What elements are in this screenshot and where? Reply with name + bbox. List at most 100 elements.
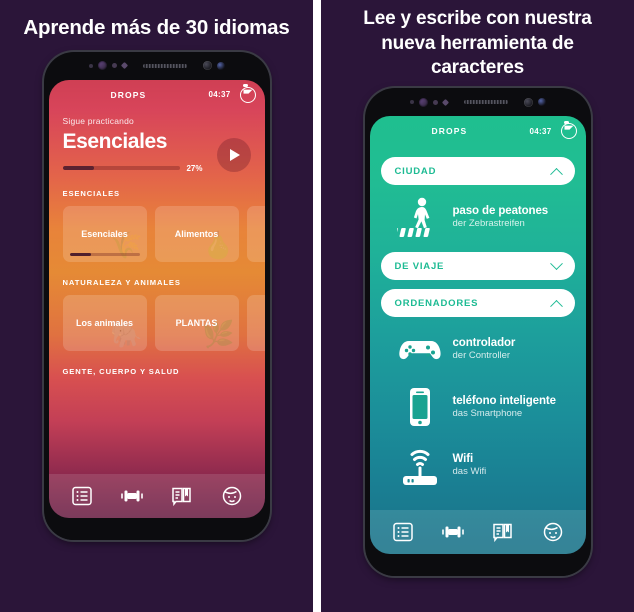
continue-lesson-block[interactable]: Sigue practicando Esenciales 27% xyxy=(49,110,265,173)
secondary-sensor-icon xyxy=(523,97,533,107)
word-primary: teléfono inteligente xyxy=(452,395,557,408)
category-section-essentials: ESENCIALES 🌾 Esenciales 🍐 Alimentos xyxy=(49,189,265,262)
screenshot-stage: Aprende más de 30 idiomas DROPS 04:37 Si… xyxy=(0,0,634,612)
phone-top-bezel xyxy=(44,52,270,80)
word-translation: der Controller xyxy=(452,350,511,362)
category-section-people: GENTE, CUERPO Y SALUD xyxy=(49,367,265,376)
word-list-item[interactable]: teléfono inteligente das Smartphone xyxy=(381,375,575,433)
app-brand-label: DROPS xyxy=(431,126,468,137)
front-camera-lens-icon xyxy=(97,61,107,71)
accordion-header-de-viaje[interactable]: DE VIAJE xyxy=(380,252,575,281)
pedestrian-crossing-icon xyxy=(396,195,443,239)
word-translation: das Smartphone xyxy=(452,408,523,420)
lesson-card[interactable]: 🍐 Alimentos xyxy=(154,205,239,262)
topic-accordion: CIUDAD paso de peatones der Zebrastreife… xyxy=(370,146,586,491)
clock-label: 04:37 xyxy=(208,90,231,100)
dumbbell-icon[interactable] xyxy=(440,520,466,544)
word-text-block: teléfono inteligente das Smartphone xyxy=(453,395,561,419)
screen-right: DROPS 04:37 CIUDAD paso de peatones der … xyxy=(369,116,586,555)
secondary-sensor-icon xyxy=(202,61,212,71)
proximity-sensor-icon xyxy=(409,100,414,105)
front-camera-icon xyxy=(537,98,546,107)
lesson-card[interactable]: W xyxy=(246,294,265,351)
category-label: ESENCIALES xyxy=(62,188,121,198)
stopwatch-icon[interactable] xyxy=(560,120,577,140)
word-primary: Wifi xyxy=(452,453,474,466)
wifi-router-icon xyxy=(397,443,443,487)
lesson-progress-label: 27% xyxy=(186,163,203,173)
list-icon[interactable] xyxy=(390,520,416,544)
screen-left: DROPS 04:37 Sigue practicando Esenciales… xyxy=(48,79,265,518)
front-camera-icon xyxy=(216,61,225,70)
app-statusbar-right: DROPS 04:37 xyxy=(370,116,586,146)
word-translation: der Zebrastreifen xyxy=(452,218,525,230)
category-label: GENTE, CUERPO Y SALUD xyxy=(62,366,180,376)
light-sensor-icon xyxy=(432,99,438,105)
word-text-block: controlador der Controller xyxy=(453,337,561,361)
lesson-progress-bar xyxy=(62,166,181,171)
chevron-up-icon[interactable] xyxy=(549,299,563,313)
lesson-card-title: PLANTAS xyxy=(175,317,218,328)
lesson-card[interactable]: 🌾 Esenciales xyxy=(62,205,147,262)
lesson-card-title: Los animales xyxy=(75,317,134,328)
lesson-card-title: Alimentos xyxy=(174,228,219,239)
app-statusbar-left: DROPS 04:37 xyxy=(49,80,265,110)
dictionary-icon[interactable] xyxy=(490,520,516,544)
earpiece-speaker-icon xyxy=(142,63,187,68)
lesson-card-progress xyxy=(69,252,140,256)
clock-label: 04:37 xyxy=(529,126,552,136)
front-camera-lens-icon xyxy=(418,97,428,107)
word-list-item[interactable]: controlador der Controller xyxy=(381,317,575,375)
panel-divider xyxy=(313,0,321,612)
panel-left-headline: Aprende más de 30 idiomas xyxy=(23,16,290,39)
phone-top-bezel xyxy=(365,88,591,116)
chevron-up-icon[interactable] xyxy=(549,167,563,181)
dumbbell-icon[interactable] xyxy=(119,484,145,508)
chevron-down-icon[interactable] xyxy=(549,256,563,270)
panel-right: Lee y escribe con nuestra nueva herramie… xyxy=(321,0,634,612)
word-primary: paso de peatones xyxy=(452,205,549,218)
light-sensor-icon xyxy=(111,63,117,69)
word-translation: das Wifi xyxy=(452,466,487,478)
word-text-block: paso de peatones der Zebrastreifen xyxy=(453,205,561,229)
list-icon[interactable] xyxy=(69,484,95,508)
smartphone-icon xyxy=(397,385,443,429)
category-section-nature: NATURALEZA Y ANIMALES 🐘 Los animales 🌿 P… xyxy=(49,278,265,351)
lesson-card-title: Esenciales xyxy=(81,228,128,239)
phone-bottom-bezel xyxy=(364,554,591,577)
bottom-navbar-left xyxy=(48,473,265,518)
word-primary: controlador xyxy=(452,337,516,350)
word-list-item[interactable]: Wifi das Wifi xyxy=(381,433,575,491)
panel-right-headline: Lee y escribe con nuestra nueva herramie… xyxy=(363,8,592,79)
lesson-progress: 27% xyxy=(62,163,203,173)
accordion-header-ciudad[interactable]: CIUDAD xyxy=(380,157,575,186)
lesson-card[interactable] xyxy=(246,205,265,262)
category-label: NATURALEZA Y ANIMALES xyxy=(62,277,181,287)
accordion-title: DE VIAJE xyxy=(394,260,445,272)
phone-bottom-bezel xyxy=(43,517,270,540)
lesson-card[interactable]: 🐘 Los animales xyxy=(62,294,147,351)
profile-icon[interactable] xyxy=(540,520,566,544)
app-brand-label: DROPS xyxy=(110,89,147,100)
iris-sensor-icon xyxy=(120,62,128,70)
iris-sensor-icon xyxy=(441,98,449,106)
accordion-header-ordenadores[interactable]: ORDENADORES xyxy=(380,289,575,318)
gamepad-icon xyxy=(397,327,443,371)
word-text-block: Wifi das Wifi xyxy=(453,453,561,477)
play-icon[interactable] xyxy=(216,137,251,172)
earpiece-speaker-icon xyxy=(463,100,508,105)
lesson-card[interactable]: 🌿 PLANTAS xyxy=(154,294,239,351)
stopwatch-icon[interactable] xyxy=(239,84,256,103)
phone-mockup-left: DROPS 04:37 Sigue practicando Esenciales… xyxy=(43,51,270,540)
phone-mockup-right: DROPS 04:37 CIUDAD paso de peatones der … xyxy=(364,88,591,577)
proximity-sensor-icon xyxy=(88,63,93,68)
dictionary-icon[interactable] xyxy=(169,484,195,508)
profile-icon[interactable] xyxy=(219,484,245,508)
word-list-item[interactable]: paso de peatones der Zebrastreifen xyxy=(381,185,575,243)
category-card-row: 🌾 Esenciales 🍐 Alimentos xyxy=(62,205,265,262)
accordion-title: CIUDAD xyxy=(394,165,437,177)
lesson-kicker: Sigue practicando xyxy=(62,115,134,126)
bottom-navbar-right xyxy=(369,510,586,555)
accordion-title: ORDENADORES xyxy=(394,297,479,309)
panel-left: Aprende más de 30 idiomas DROPS 04:37 Si… xyxy=(0,0,313,612)
